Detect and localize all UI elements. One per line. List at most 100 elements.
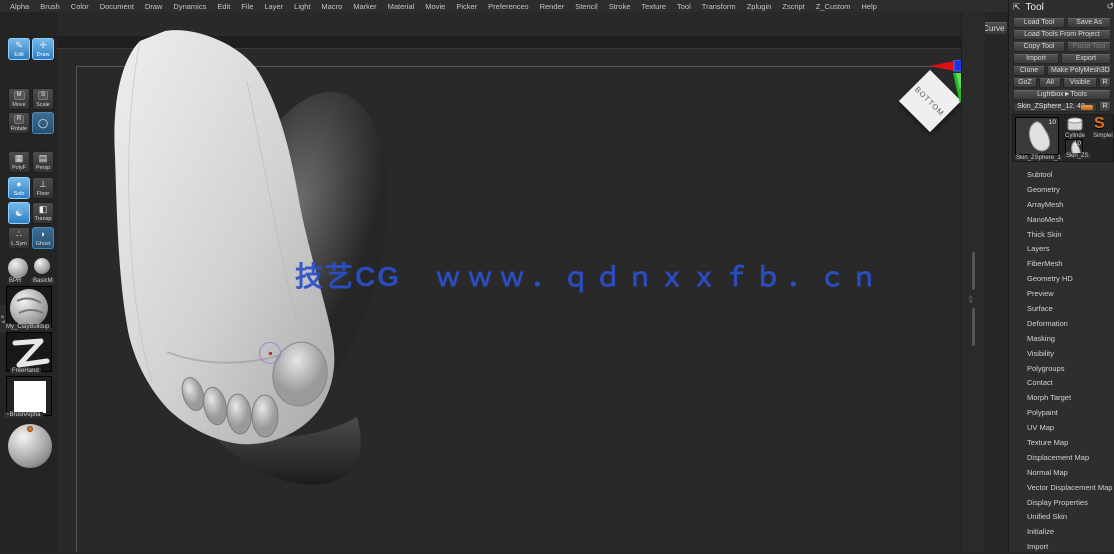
menu-item[interactable]: Macro <box>321 2 342 11</box>
menu-item[interactable]: Tool <box>677 2 691 11</box>
tool-subpalette-item[interactable]: NanoMesh <box>1009 212 1114 227</box>
export-button[interactable]: Export <box>1061 54 1111 64</box>
goz-visible-button[interactable]: Visible <box>1063 78 1097 88</box>
color-picker-dot[interactable] <box>27 426 33 432</box>
active-tool-thumb[interactable]: 10 <box>1015 117 1059 155</box>
tool-subpalette-item[interactable]: Initialize <box>1009 524 1114 539</box>
copy-tool-button[interactable]: Copy Tool <box>1013 42 1065 52</box>
scale-icon: S <box>37 89 48 102</box>
menu-item[interactable]: Preferences <box>488 2 528 11</box>
simple-brush-thumb[interactable]: S <box>1094 115 1105 133</box>
sculptris-toggle[interactable]: ◯ <box>32 112 54 134</box>
solo-button[interactable]: ● Solo <box>8 177 30 199</box>
tool-subpalette-item[interactable]: Contact <box>1009 375 1114 390</box>
menu-item[interactable]: Brush <box>40 2 60 11</box>
menu-item[interactable]: Render <box>540 2 565 11</box>
tool-subpalette-item[interactable]: Unified Skin <box>1009 509 1114 524</box>
tool-subpalette-item[interactable]: Masking <box>1009 331 1114 346</box>
right-panel-divider[interactable]: ᐱᐯ <box>961 12 985 552</box>
tool-subpalette-item[interactable]: Deformation <box>1009 316 1114 331</box>
tool-subpalette-item[interactable]: Displacement Map <box>1009 450 1114 465</box>
tool-subpalette-item[interactable]: FiberMesh <box>1009 256 1114 271</box>
tool-subpalette-item[interactable]: Normal Map <box>1009 465 1114 480</box>
alpha-thumb[interactable] <box>6 376 52 416</box>
menu-item[interactable]: Dynamics <box>173 2 206 11</box>
menu-item[interactable]: Light <box>294 2 310 11</box>
viewport-canvas[interactable]: 技艺CG ｗｗｗ．ｑｄｎｘｘｆｂ．ｃｎ BOTTOM ᐱᐯ <box>57 12 985 552</box>
menu-item[interactable]: Color <box>71 2 89 11</box>
divider-chevrons[interactable]: ᐱᐯ <box>969 296 972 305</box>
paste-tool-button[interactable]: Paste Tool <box>1067 42 1111 52</box>
draw-button[interactable]: ✛ Draw <box>32 38 54 60</box>
history-reset-icon[interactable]: ↺ <box>1106 1 1114 12</box>
perspective-button[interactable]: ▤ Persp <box>32 151 54 173</box>
menu-item[interactable]: Document <box>100 2 134 11</box>
tool-subpalette-item[interactable]: Visibility <box>1009 346 1114 361</box>
menu-item[interactable]: Texture <box>641 2 666 11</box>
tool-subpalette-item[interactable]: Layers <box>1009 241 1114 256</box>
ghost-button[interactable]: ◗ Ghost <box>32 227 54 249</box>
tool-subpalette-item[interactable]: Polypaint <box>1009 405 1114 420</box>
color-picker-sphere[interactable] <box>8 424 52 468</box>
scale-button[interactable]: S Scale <box>32 88 54 110</box>
bpr-render-button[interactable] <box>8 258 28 278</box>
make-polymesh3d-button[interactable]: Make PolyMesh3D <box>1047 66 1111 76</box>
tool-r-button[interactable]: R <box>1099 102 1111 112</box>
goz-all-button[interactable]: All <box>1039 78 1061 88</box>
divider-handle[interactable] <box>972 308 975 346</box>
left-panel-divider[interactable]: ▶ ◀ <box>0 305 6 333</box>
polyframe-button[interactable]: ▦ PolyF <box>8 151 30 173</box>
fast-preview-button[interactable]: ☯ <box>8 202 30 224</box>
menu-item[interactable]: Alpha <box>10 2 29 11</box>
transparency-button[interactable]: ◧ Transp <box>32 202 54 224</box>
tool-subpalette-item[interactable]: UV Map <box>1009 420 1114 435</box>
cylinder-tool-thumb[interactable] <box>1065 117 1085 133</box>
tool-subpalette-item[interactable]: Geometry HD <box>1009 271 1114 286</box>
divider-handle[interactable] <box>972 252 975 290</box>
active-tool-handle[interactable] <box>1081 105 1093 110</box>
tool-subpalette-item[interactable]: Vector Displacement Map <box>1009 480 1114 495</box>
menu-item[interactable]: Marker <box>353 2 376 11</box>
goz-button[interactable]: GoZ <box>1013 78 1037 88</box>
import-button[interactable]: Import <box>1013 54 1059 64</box>
menu-item[interactable]: Movie <box>425 2 445 11</box>
menu-item[interactable]: Help <box>861 2 876 11</box>
menu-item[interactable]: Stroke <box>609 2 631 11</box>
goz-r-button[interactable]: R <box>1099 78 1111 88</box>
load-tools-from-project-button[interactable]: Load Tools From Project <box>1013 30 1111 40</box>
menu-item[interactable]: Z_Custom <box>816 2 851 11</box>
rotate-button[interactable]: R Rotate <box>8 112 30 134</box>
move-button[interactable]: M Move <box>8 88 30 110</box>
tool-subpalette-item[interactable]: Thick Skin <box>1009 227 1114 242</box>
menu-item[interactable]: Layer <box>264 2 283 11</box>
menu-item[interactable]: Edit <box>217 2 230 11</box>
menu-item[interactable]: Stencil <box>575 2 598 11</box>
load-tool-button[interactable]: Load Tool <box>1013 18 1065 28</box>
tool-subpalette-item[interactable]: Display Properties <box>1009 495 1114 510</box>
menu-item[interactable]: Draw <box>145 2 163 11</box>
menu-item[interactable]: Zscript <box>782 2 805 11</box>
menu-item[interactable]: File <box>241 2 253 11</box>
clone-button[interactable]: Clone <box>1013 66 1045 76</box>
menu-item[interactable]: Material <box>388 2 415 11</box>
floor-button[interactable]: ⊥ Floor <box>32 177 54 199</box>
tool-subpalette-item[interactable]: Texture Map <box>1009 435 1114 450</box>
tool-subpalette-item[interactable]: ArrayMesh <box>1009 197 1114 212</box>
tool-subpalette-item[interactable]: Geometry <box>1009 182 1114 197</box>
menu-item[interactable]: Picker <box>456 2 477 11</box>
tool-subpalette-item[interactable]: Surface <box>1009 301 1114 316</box>
edit-button[interactable]: ✎ Edit <box>8 38 30 60</box>
save-as-button[interactable]: Save As <box>1067 18 1111 28</box>
local-symmetry-button[interactable]: ∴ L.Sym <box>8 227 30 249</box>
tool-subpalette-item[interactable]: Subtool <box>1009 167 1114 182</box>
menu-item[interactable]: Transform <box>702 2 736 11</box>
material-thumb[interactable] <box>34 258 50 274</box>
active-tool-slider[interactable]: Skin_ZSphere_12. 48 <box>1013 102 1097 112</box>
tool-subpalette-item[interactable]: Polygroups <box>1009 361 1114 376</box>
tool-subpalette-item[interactable]: Preview <box>1009 286 1114 301</box>
tool-subpalette-item[interactable]: Morph Target <box>1009 390 1114 405</box>
menu-item[interactable]: Zplugin <box>747 2 772 11</box>
lightbox-tools-button[interactable]: Lightbox►Tools <box>1013 90 1111 100</box>
stroke-thumb[interactable] <box>6 332 52 372</box>
brush-thumb[interactable] <box>6 286 52 328</box>
